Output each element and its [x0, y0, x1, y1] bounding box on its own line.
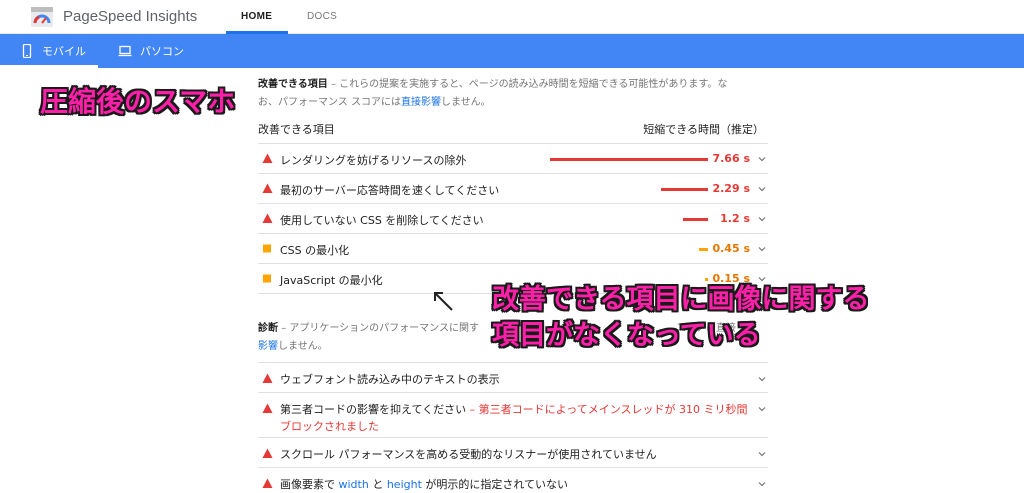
diagnostics-title: 診断	[258, 323, 278, 334]
diagnostic-label-mid: と	[368, 478, 387, 491]
savings-bar	[550, 158, 708, 161]
diagnostic-label-suffix: が明示的に指定されていない	[421, 478, 569, 491]
impact-link[interactable]: 影響	[258, 341, 278, 352]
chevron-down-icon[interactable]	[758, 245, 766, 253]
opportunity-label: JavaScript の最小化	[280, 274, 383, 287]
annotation-note-line1: 改善できる項目に画像に関する	[492, 284, 870, 315]
opportunities-title: 改善できる項目	[258, 79, 328, 90]
average-square-icon	[263, 244, 271, 253]
diagnostic-label: 画像要素で	[280, 478, 339, 491]
fail-triangle-icon	[262, 478, 273, 488]
opportunity-row[interactable]: レンダリングを妨げるリソースの除外 7.66 s	[258, 143, 768, 173]
diagnostic-label: 第三者コードの影響を抑えてください	[280, 403, 467, 416]
savings-value: 2.29 s	[712, 182, 750, 195]
diagnostic-row[interactable]: ウェブフォント読み込み中のテキストの表示	[258, 362, 768, 392]
diagnostic-label: スクロール パフォーマンスを高める受動的なリスナーが使用されていません	[280, 448, 657, 461]
device-active-indicator	[0, 65, 98, 68]
chevron-down-icon[interactable]	[758, 155, 766, 163]
chevron-down-icon[interactable]	[758, 375, 766, 383]
tab-desktop[interactable]: パソコン	[98, 34, 208, 68]
code-width: width	[338, 478, 369, 491]
chevron-down-icon[interactable]	[758, 215, 766, 223]
opportunities-description-3: しません。	[440, 97, 491, 108]
chevron-down-icon[interactable]	[758, 450, 766, 458]
opportunities-description: – これらの提案を実施すると、ページの読み込み時間を短縮できる可能性があります。…	[331, 79, 728, 90]
savings-bar	[661, 188, 708, 191]
opportunity-label: レンダリングを妨げるリソースの除外	[280, 154, 467, 167]
diagnostics-description: – アプリケーションのパフォーマンスに関す	[281, 323, 479, 334]
column-savings: 短縮できる時間（推定）	[643, 123, 764, 136]
laptop-icon	[118, 45, 132, 57]
fail-triangle-icon	[262, 153, 273, 163]
diagnostics-description-2: しません。	[278, 341, 328, 352]
top-app-bar: PageSpeed Insights HOME DOCS	[0, 0, 1024, 34]
opportunity-row[interactable]: 使用していない CSS を削除してください 1.2 s	[258, 203, 768, 233]
opportunity-row[interactable]: 最初のサーバー応答時間を速くしてください 2.29 s	[258, 173, 768, 203]
fail-triangle-icon	[262, 403, 273, 413]
nav-tab-home[interactable]: HOME	[241, 11, 272, 22]
opportunity-row[interactable]: CSS の最小化 0.45 s	[258, 233, 768, 263]
opportunity-label: CSS の最小化	[280, 244, 350, 257]
chevron-down-icon[interactable]	[758, 185, 766, 193]
annotation-title: 圧縮後のスマホ	[40, 85, 236, 118]
diagnostic-label: ウェブフォント読み込み中のテキストの表示	[280, 373, 500, 386]
savings-bar	[683, 218, 708, 221]
diagnostic-label-wrap: 第三者コードの影響を抑えてください – 第三者コードによってメインスレッドが 3…	[280, 401, 750, 435]
annotation-arrow-icon	[430, 288, 456, 314]
savings-bar	[705, 278, 708, 281]
annotation-note-line2: 項目がなくなっている	[492, 320, 761, 351]
phone-icon	[22, 44, 32, 58]
chevron-down-icon[interactable]	[758, 480, 766, 488]
code-height: height	[386, 478, 422, 491]
diagnostic-label-wrap: 画像要素で width と height が明示的に指定されていない	[280, 476, 750, 493]
column-item: 改善できる項目	[258, 123, 335, 136]
fail-triangle-icon	[262, 213, 273, 223]
fail-triangle-icon	[262, 183, 273, 193]
direct-impact-link[interactable]: 直接影響	[401, 97, 441, 108]
opportunity-label: 使用していない CSS を削除してください	[280, 214, 484, 227]
opportunities-header: 改善できる項目 – これらの提案を実施すると、ページの読み込み時間を短縮できる可…	[258, 76, 768, 112]
tab-desktop-label: パソコン	[140, 45, 184, 58]
opportunities-description-2: お、パフォーマンス スコアには	[258, 97, 401, 108]
annotation-note: 改善できる項目に画像に関する 項目がなくなっている	[492, 282, 869, 354]
fail-triangle-icon	[262, 373, 273, 383]
pagespeed-logo-icon[interactable]	[31, 7, 53, 27]
tab-mobile[interactable]: モバイル	[0, 34, 98, 68]
device-tab-bar: モバイル パソコン	[0, 34, 1024, 68]
opportunities-table-header: 改善できる項目 短縮できる時間（推定）	[258, 121, 768, 143]
savings-bar	[699, 248, 708, 251]
chevron-down-icon[interactable]	[758, 405, 766, 413]
savings-value: 1.2 s	[720, 212, 750, 225]
diagnostic-row[interactable]: 画像要素で width と height が明示的に指定されていない	[258, 467, 768, 492]
savings-value: 7.66 s	[712, 152, 750, 165]
diagnostic-row[interactable]: 第三者コードの影響を抑えてください – 第三者コードによってメインスレッドが 3…	[258, 392, 768, 437]
average-square-icon	[263, 274, 271, 283]
diagnostic-row[interactable]: スクロール パフォーマンスを高める受動的なリスナーが使用されていません	[258, 437, 768, 467]
savings-value: 0.45 s	[712, 242, 750, 255]
nav-tab-docs[interactable]: DOCS	[307, 11, 337, 22]
fail-triangle-icon	[262, 448, 273, 458]
app-title[interactable]: PageSpeed Insights	[63, 8, 197, 25]
tab-mobile-label: モバイル	[42, 45, 86, 58]
opportunity-label: 最初のサーバー応答時間を速くしてください	[280, 184, 500, 197]
